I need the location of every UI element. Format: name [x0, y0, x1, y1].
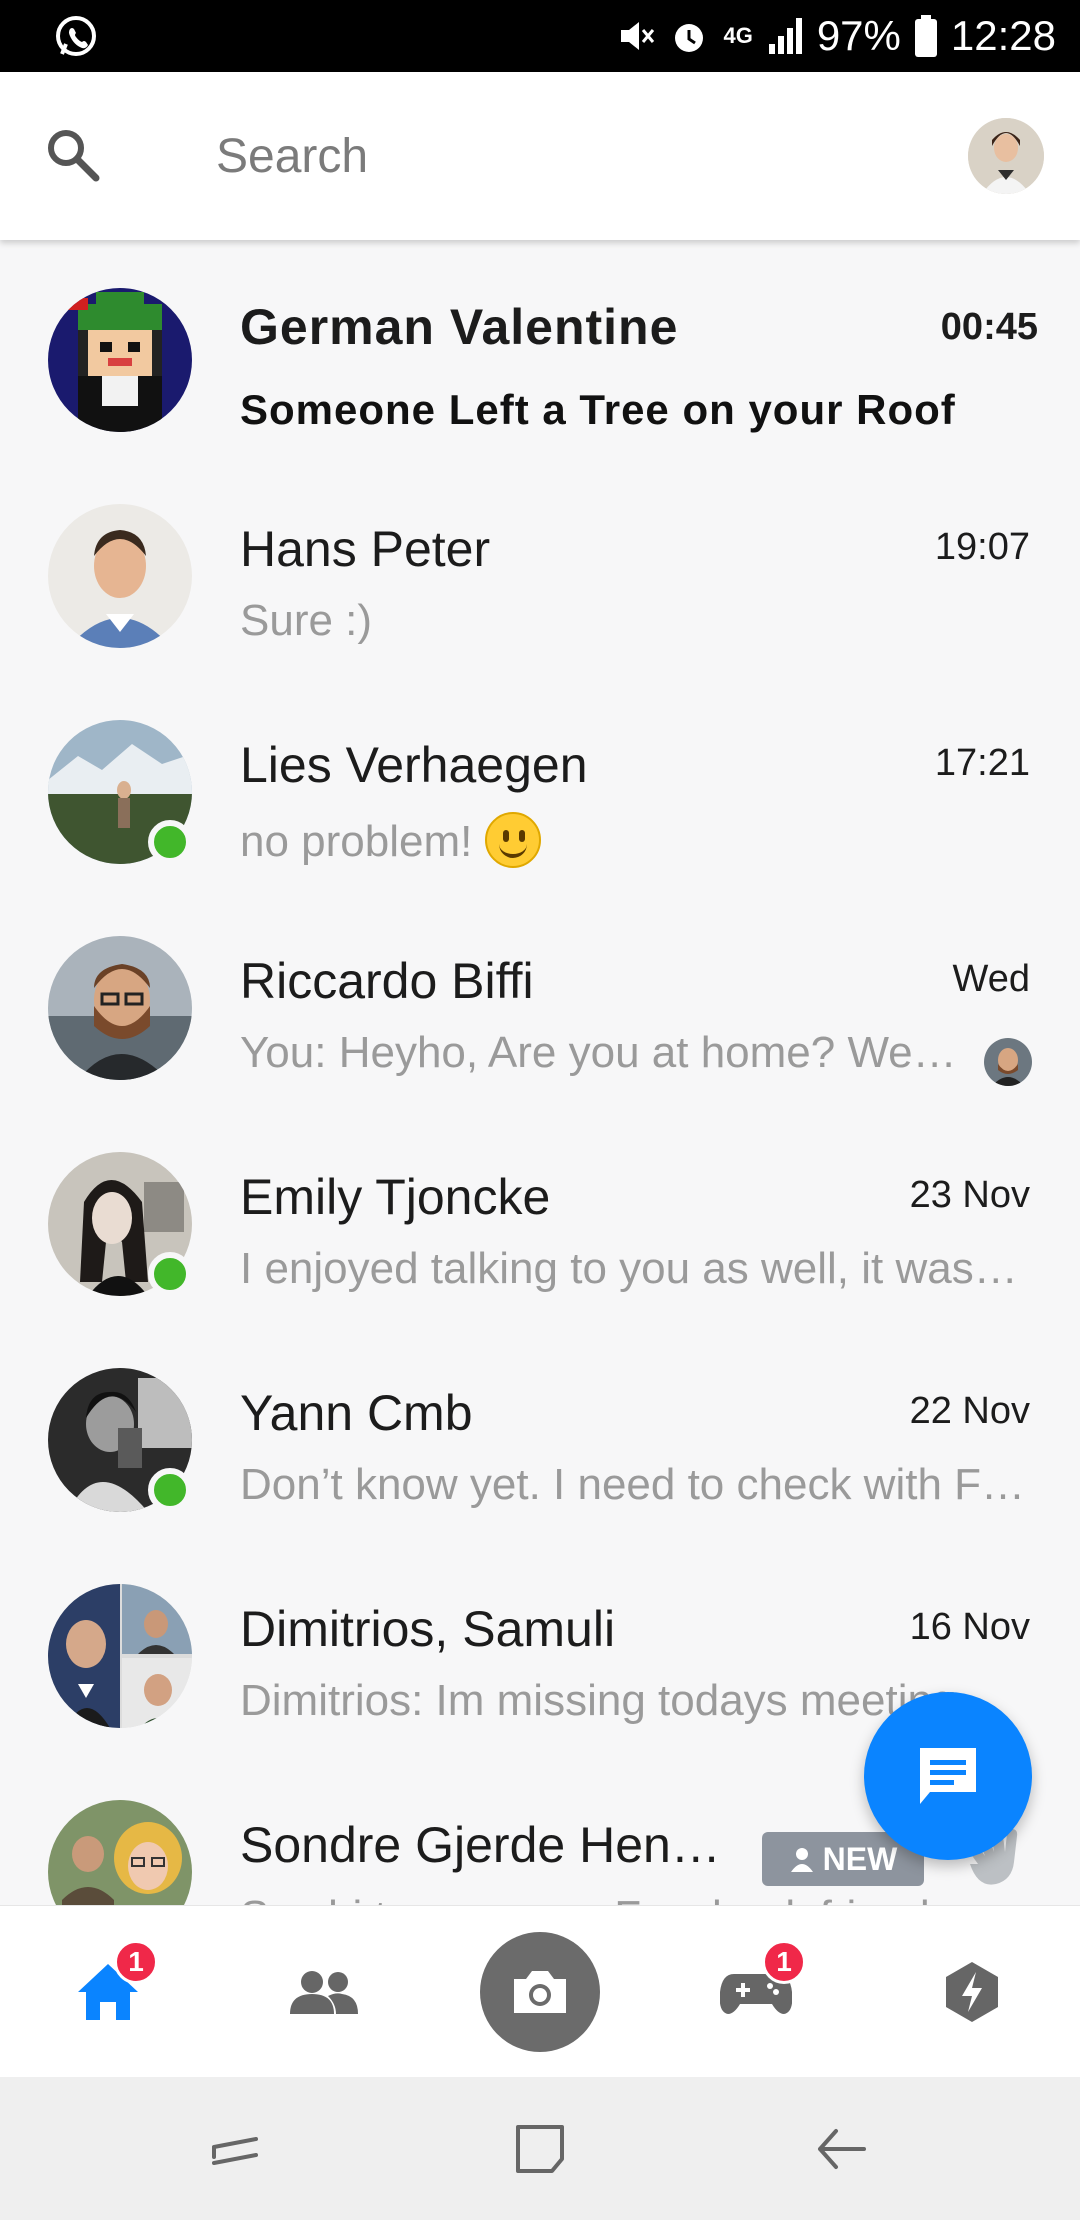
bottom-navigation: 1 1	[0, 1905, 1080, 2077]
online-indicator	[148, 820, 192, 864]
online-indicator	[148, 1468, 192, 1512]
chat-name: German Valentine	[240, 299, 679, 355]
new-message-button[interactable]	[864, 1692, 1032, 1860]
search-input[interactable]	[216, 120, 916, 192]
battery-icon	[914, 15, 937, 57]
status-bar: 4G 97% 12:28	[0, 0, 1080, 72]
chat-row[interactable]: Lies Verhaegen 17:21 no problem!	[0, 672, 1080, 888]
chat-row[interactable]: Yann Cmb 22 Nov Don’t know yet. I need t…	[0, 1320, 1080, 1536]
people-icon	[290, 1971, 358, 2014]
tab-discover[interactable]	[864, 1906, 1080, 2078]
person-icon	[790, 1848, 813, 1872]
home-notification-badge: 1	[114, 1940, 158, 1984]
chat-preview: Sure :)	[240, 596, 373, 645]
chat-preview-text: no problem!	[240, 817, 473, 866]
system-navigation-bar	[0, 2077, 1080, 2220]
compose-message-icon	[920, 1748, 976, 1804]
chat-name: Yann Cmb	[240, 1385, 473, 1441]
camera-button[interactable]	[432, 1906, 648, 2078]
chat-time: 22 Nov	[909, 1390, 1030, 1432]
chat-name: Hans Peter	[240, 521, 491, 577]
search-icon[interactable]	[42, 124, 102, 184]
clock: 12:28	[950, 12, 1056, 59]
chat-list: German Valentine 00:45 Someone Left a Tr…	[0, 240, 1080, 1905]
chat-time: 00:45	[940, 306, 1038, 348]
battery-percent: 97%	[816, 12, 901, 59]
search-header	[0, 72, 1080, 240]
new-badge-label: NEW	[822, 1840, 898, 1877]
chat-name: Sondre Gjerde Hen…	[240, 1817, 721, 1873]
chat-time: 16 Nov	[909, 1606, 1030, 1648]
chat-row[interactable]: Riccardo Biffi Wed You: Heyho, Are you a…	[0, 888, 1080, 1104]
avatar	[48, 1584, 192, 1728]
mute-icon	[621, 22, 655, 50]
avatar	[48, 1800, 192, 1905]
seen-avatar	[984, 1038, 1032, 1086]
chat-preview: Someone Left a Tree on your Roof	[240, 386, 956, 433]
recent-apps-icon[interactable]	[200, 2113, 272, 2185]
chat-name: Dimitrios, Samuli	[240, 1601, 616, 1657]
chat-name: Emily Tjoncke	[240, 1169, 551, 1225]
chat-preview: I enjoyed talking to you as well, it was…	[240, 1244, 1018, 1293]
chat-time: Wed	[952, 958, 1030, 1000]
chat-time: 17:21	[934, 742, 1030, 784]
discover-bolt-icon	[946, 1962, 998, 2022]
chat-row[interactable]: Emily Tjoncke 23 Nov I enjoyed talking t…	[0, 1104, 1080, 1320]
tab-people[interactable]	[216, 1906, 432, 2078]
chat-row[interactable]: German Valentine 00:45 Someone Left a Tr…	[0, 240, 1080, 456]
network-type: 4G	[723, 23, 753, 48]
tab-games[interactable]: 1	[648, 1906, 864, 2078]
home-button-icon[interactable]	[504, 2113, 576, 2185]
games-badge-count: 1	[776, 1946, 792, 1977]
smiley-emoji-icon	[484, 812, 541, 868]
chat-name: Riccardo Biffi	[240, 953, 534, 1009]
chat-name: Lies Verhaegen	[240, 737, 588, 793]
camera-icon	[514, 1971, 566, 2013]
profile-avatar[interactable]	[968, 118, 1044, 194]
back-icon[interactable]	[806, 2113, 878, 2185]
whatsapp-notification-icon	[56, 16, 96, 56]
avatar	[48, 288, 192, 432]
avatar	[48, 936, 192, 1080]
chat-preview: You: Heyho, Are you at home? We…	[240, 1028, 957, 1077]
chat-time: 23 Nov	[909, 1174, 1030, 1216]
camera-icon-circle	[480, 1932, 600, 2052]
chat-preview: Don’t know yet. I need to check with F…	[240, 1460, 1026, 1509]
chat-row[interactable]: Hans Peter 19:07 Sure :)	[0, 456, 1080, 672]
online-indicator	[148, 1252, 192, 1296]
games-notification-badge: 1	[762, 1940, 806, 1984]
alarm-icon	[675, 24, 704, 52]
chat-time: 19:07	[934, 526, 1030, 568]
home-badge-count: 1	[128, 1946, 144, 1977]
chat-preview: Say hi to your new Facebook friend	[240, 1892, 1030, 1905]
chat-preview: no problem!	[240, 812, 1030, 868]
signal-icon	[768, 18, 802, 54]
tab-home[interactable]: 1	[0, 1906, 216, 2078]
avatar	[48, 504, 192, 648]
